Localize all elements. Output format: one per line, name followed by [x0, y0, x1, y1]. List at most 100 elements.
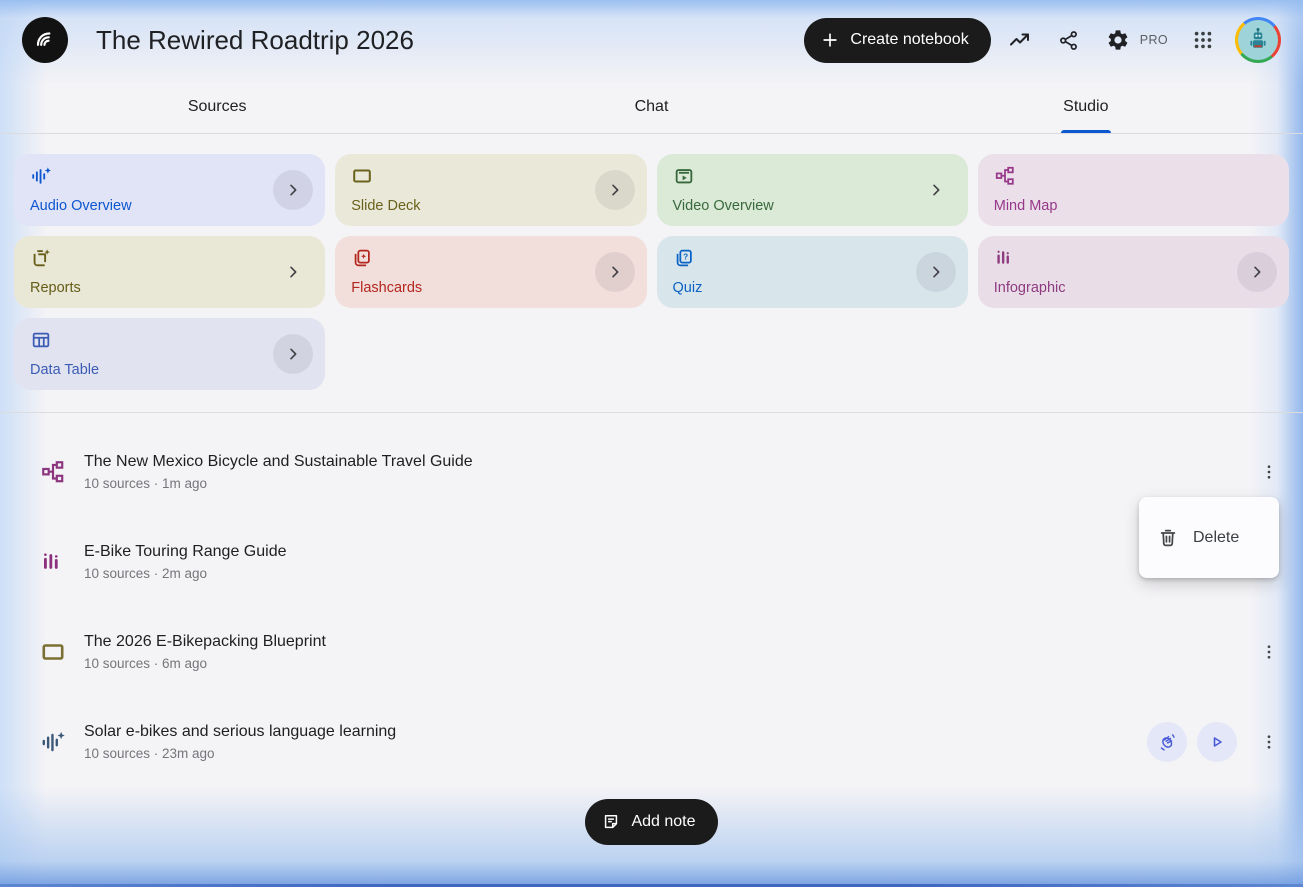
item-context-menu: Delete [1139, 497, 1279, 578]
trending-up-icon [1009, 33, 1029, 46]
card-label: Video Overview [672, 198, 774, 214]
hand-wave-icon [1160, 734, 1175, 751]
studio-card-reports[interactable]: Reports [14, 236, 326, 308]
item-title: The 2026 E-Bikepacking Blueprint [84, 633, 326, 650]
active-tab-underline [1060, 130, 1111, 133]
report-doc-icon [30, 247, 309, 274]
delete-label: Delete [1193, 528, 1240, 546]
tab-label: Sources [187, 97, 247, 115]
settings-button[interactable] [1098, 20, 1138, 60]
chevron-right-icon[interactable] [1237, 252, 1277, 292]
artifact-list: The New Mexico Bicycle and Sustainable T… [0, 413, 1303, 787]
card-label: Audio Overview [30, 198, 132, 214]
studio-card-flashcards[interactable]: Flashcards [335, 236, 647, 308]
kebab-menu-icon [1267, 465, 1271, 479]
avatar-robot-image [1238, 20, 1278, 60]
item-meta: 10 sources · 2m ago [84, 566, 208, 581]
tab-studio[interactable]: Studio [869, 80, 1303, 133]
chevron-right-icon[interactable] [273, 170, 314, 210]
quiz-cards-icon: ? [673, 247, 952, 274]
item-more-button[interactable] [1249, 722, 1289, 762]
item-title: The New Mexico Bicycle and Sustainable T… [84, 453, 473, 470]
item-text: The New Mexico Bicycle and Sustainable T… [84, 453, 473, 491]
play-icon [1213, 737, 1222, 747]
slide-frame-icon [351, 165, 630, 192]
item-text: Solar e-bikes and serious language learn… [84, 723, 396, 761]
item-text: The 2026 E-Bikepacking Blueprint 10 sour… [84, 633, 326, 671]
item-text: E-Bike Touring Range Guide 10 sources · … [84, 543, 287, 581]
item-more-button[interactable] [1249, 632, 1289, 672]
tab-label: Studio [1063, 97, 1109, 115]
item-meta: 10 sources · 6m ago [84, 656, 208, 671]
create-notebook-button[interactable]: Create notebook [804, 17, 991, 63]
panel-tabs: Sources Chat Studio [0, 80, 1303, 134]
list-item[interactable]: E-Bike Touring Range Guide 10 sources · … [0, 517, 1303, 607]
add-note-label: Add note [631, 813, 696, 830]
mind-map-icon [994, 165, 1273, 192]
header: The Rewired Roadtrip 2026 Create noteboo… [0, 0, 1303, 80]
slide-frame-icon [36, 639, 70, 665]
gear-icon [1108, 30, 1128, 50]
chevron-right-icon[interactable] [915, 252, 956, 292]
card-label: Data Table [30, 362, 100, 378]
chevron-right-icon[interactable] [594, 170, 635, 210]
studio-card-mind-map[interactable]: Mind Map [977, 154, 1289, 226]
studio-card-slide-deck[interactable]: Slide Deck [335, 154, 647, 226]
studio-card-quiz[interactable]: ? Quiz [656, 236, 968, 308]
kebab-menu-icon [1267, 645, 1271, 659]
interactive-mode-button[interactable] [1147, 722, 1187, 762]
bar-chart-icon [994, 247, 1273, 274]
apps-grid-icon [1194, 31, 1212, 49]
card-label: Quiz [672, 280, 703, 296]
audio-waveform-icon [30, 165, 309, 192]
item-meta: 10 sources · 1m ago [84, 476, 208, 491]
kebab-menu-icon [1267, 735, 1271, 749]
apps-grid-button[interactable] [1183, 20, 1223, 60]
play-audio-button[interactable] [1197, 722, 1237, 762]
notebooklm-page: The Rewired Roadtrip 2026 Create noteboo… [0, 0, 1303, 887]
notebooklm-logo-icon[interactable] [22, 17, 68, 63]
item-title: Solar e-bikes and serious language learn… [84, 723, 397, 740]
list-item[interactable]: The New Mexico Bicycle and Sustainable T… [0, 427, 1303, 517]
share-icon [1060, 30, 1078, 50]
bar-chart-icon [36, 549, 70, 575]
card-label: Flashcards [351, 280, 423, 296]
footer: Add note [0, 799, 1303, 845]
account-avatar[interactable] [1235, 17, 1281, 63]
studio-card-data-table[interactable]: Data Table [14, 318, 326, 390]
chevron-right-icon[interactable] [273, 252, 313, 292]
chevron-right-icon[interactable] [916, 170, 956, 210]
tab-sources[interactable]: Sources [0, 80, 434, 133]
card-label: Reports [30, 280, 81, 296]
video-frame-icon [673, 165, 952, 192]
share-button[interactable] [1049, 20, 1089, 60]
studio-card-audio-overview[interactable]: Audio Overview [14, 154, 326, 226]
list-item[interactable]: Solar e-bikes and serious language learn… [0, 697, 1303, 787]
tab-label: Chat [634, 97, 669, 115]
studio-cards-grid: Audio Overview Slide Deck Video Overview [0, 134, 1303, 412]
studio-card-video-overview[interactable]: Video Overview [656, 154, 968, 226]
data-table-icon [30, 329, 309, 356]
card-label: Infographic [993, 280, 1066, 296]
studio-card-infographic[interactable]: Infographic [977, 236, 1289, 308]
item-meta: 10 sources · 23m ago [84, 746, 215, 761]
card-label: Slide Deck [351, 198, 421, 214]
svg-text:?: ? [683, 253, 688, 262]
tab-chat[interactable]: Chat [434, 80, 868, 133]
note-icon [601, 812, 621, 832]
analytics-button[interactable] [1000, 20, 1040, 60]
delete-menu-item[interactable]: Delete [1139, 497, 1279, 578]
add-note-button[interactable]: Add note [585, 799, 718, 845]
chevron-right-icon[interactable] [273, 334, 314, 374]
flashcards-icon [351, 247, 630, 274]
list-item[interactable]: The 2026 E-Bikepacking Blueprint 10 sour… [0, 607, 1303, 697]
chevron-right-icon[interactable] [594, 252, 635, 292]
notebook-title: The Rewired Roadtrip 2026 [96, 24, 414, 55]
plus-icon [820, 30, 840, 50]
pro-badge: PRO [1139, 33, 1168, 47]
card-label: Mind Map [993, 198, 1058, 214]
trash-icon [1160, 529, 1176, 546]
item-title: E-Bike Touring Range Guide [84, 543, 287, 560]
item-more-button[interactable] [1249, 452, 1289, 492]
mind-map-icon [36, 459, 70, 485]
